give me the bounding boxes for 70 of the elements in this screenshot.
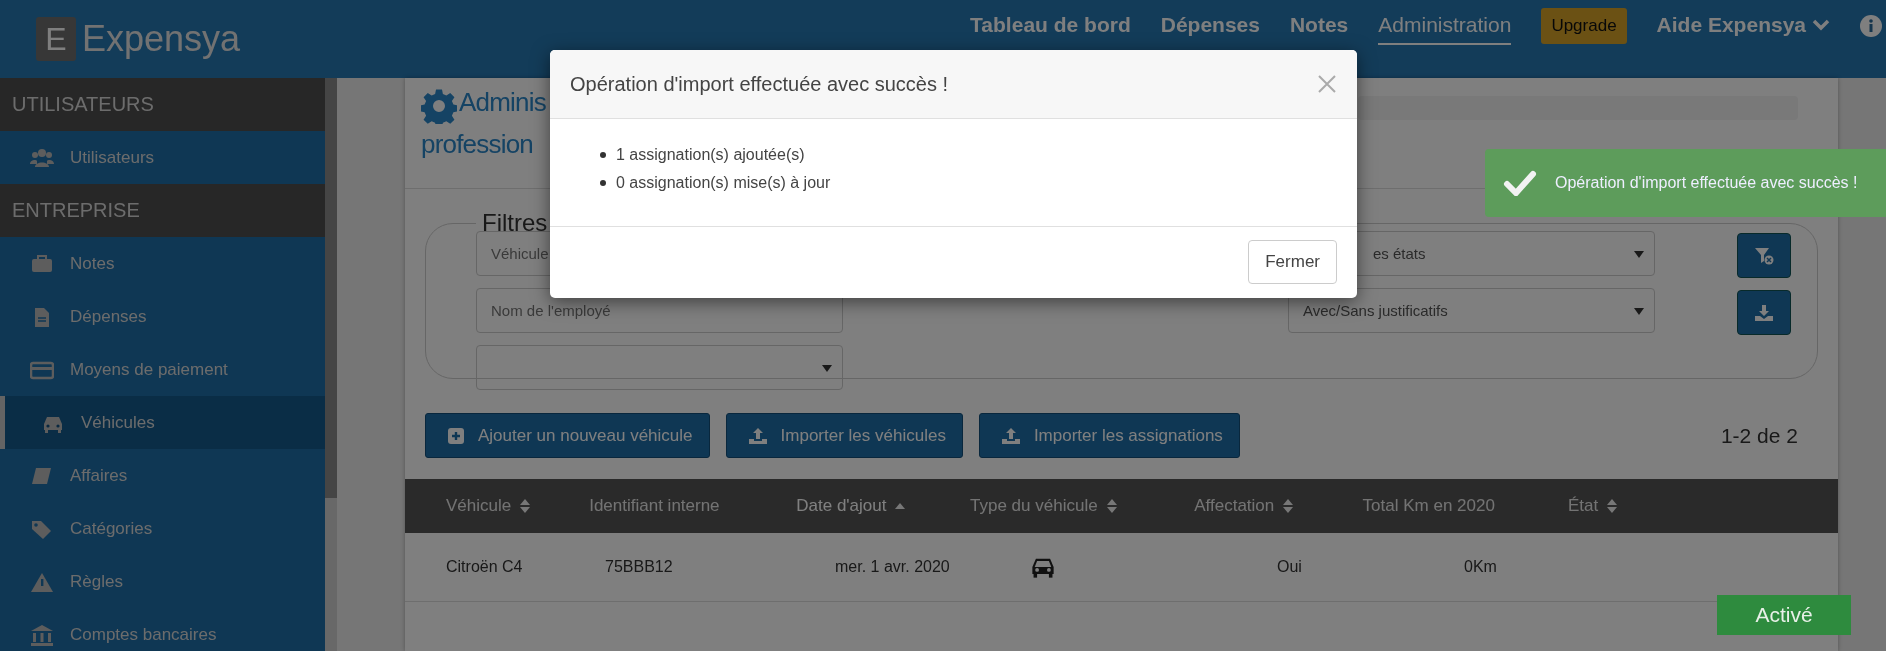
gear-icon: [421, 88, 457, 124]
close-dialog-button[interactable]: Fermer: [1248, 240, 1337, 284]
sidebar-item[interactable]: Notes: [0, 237, 325, 290]
sidebar-section-title: UTILISATEURS: [0, 78, 325, 131]
table-cell: Oui: [1277, 558, 1302, 576]
checkmark-icon: [1503, 170, 1537, 196]
column-header-cell[interactable]: Date d'ajout: [796, 496, 971, 516]
sidebar-item[interactable]: Comptes bancaires: [0, 608, 325, 651]
sidebar-item[interactable]: Dépenses: [0, 290, 325, 343]
download-button[interactable]: [1737, 290, 1791, 335]
page-title: Adminis: [459, 86, 546, 119]
column-header-cell[interactable]: Affectation: [1194, 496, 1363, 516]
download-icon: [1755, 304, 1773, 321]
upgrade-button[interactable]: Upgrade: [1541, 8, 1627, 44]
upload-icon: [1001, 427, 1020, 444]
sidebar-item[interactable]: Affaires: [0, 449, 325, 502]
column-header-cell[interactable]: Véhicule: [446, 496, 590, 516]
close-icon: [1317, 74, 1337, 94]
column-header-cell[interactable]: État: [1567, 496, 1838, 516]
sidebar-item[interactable]: Règles: [0, 555, 325, 608]
sort-icon[interactable]: [1282, 498, 1295, 514]
upload-icon: [748, 427, 767, 444]
scrollbar-thumb[interactable]: [325, 78, 337, 498]
sidebar-item[interactable]: Véhicules: [0, 396, 325, 449]
toast-message: Opération d'import effectuée avec succès !: [1555, 174, 1858, 192]
action-button[interactable]: Importer les véhicules: [725, 413, 963, 458]
nav-link[interactable]: Dépenses: [1160, 7, 1260, 45]
result-item: 1 assignation(s) ajoutée(s): [616, 146, 805, 164]
clear-filter-button[interactable]: [1737, 233, 1791, 278]
logo-mark: E: [36, 17, 76, 61]
sidebar-section-title: ENTREPRISE: [0, 184, 325, 237]
column-header-cell[interactable]: Type du véhicule: [970, 496, 1195, 516]
sort-icon[interactable]: [1606, 498, 1619, 514]
table-cell: 0Km: [1464, 558, 1497, 576]
sort-ascending-icon[interactable]: [894, 502, 907, 510]
sidebar-item[interactable]: Moyens de paiement: [0, 343, 325, 396]
logo-text: Expensya: [82, 18, 241, 60]
plus-icon: [448, 427, 464, 444]
dropdown-field[interactable]: [476, 345, 843, 390]
filter-clear-icon: [1754, 246, 1774, 265]
table-cell: mer. 1 avr. 2020: [835, 558, 950, 576]
column-header-cell[interactable]: Total Km en 2020: [1362, 496, 1568, 516]
table-cell: 75BBB12: [605, 558, 673, 576]
bullet-icon: [600, 180, 606, 186]
sort-icon[interactable]: [1105, 498, 1118, 514]
status-ribbon: Activé: [1717, 595, 1851, 635]
sidebar-item[interactable]: Catégories: [0, 502, 325, 555]
page-title: profession: [421, 128, 534, 161]
close-button[interactable]: [1317, 74, 1337, 94]
filters-legend: Filtres: [476, 209, 554, 237]
result-item: 0 assignation(s) mise(s) à jour: [616, 174, 831, 192]
column-header-cell[interactable]: Identifiant interne: [589, 496, 797, 516]
nav-link[interactable]: Administration: [1378, 7, 1512, 45]
briefcase-icon: [30, 252, 54, 275]
nav-link[interactable]: Tableau de bord: [970, 7, 1131, 45]
bullet-icon: [600, 152, 606, 158]
action-button[interactable]: Ajouter un nouveau véhicule: [425, 413, 710, 458]
sidebar-item[interactable]: Utilisateurs: [0, 131, 325, 184]
info-icon[interactable]: [1860, 15, 1882, 37]
search-field[interactable]: [1358, 96, 1798, 120]
pagination-count: 1-2 de 2: [1720, 423, 1798, 448]
sort-icon[interactable]: [519, 498, 532, 514]
users-icon: [30, 146, 54, 169]
dialog-title: Opération d'import effectuée avec succès !: [570, 72, 949, 96]
bank-icon: [30, 623, 54, 646]
nav-link[interactable]: Notes: [1289, 7, 1349, 45]
action-button[interactable]: Importer les assignations: [978, 413, 1240, 458]
chevron-down-icon: [1812, 19, 1830, 31]
help-menu[interactable]: Aide Expensya: [1656, 7, 1830, 45]
table-cell: Citroën C4: [446, 558, 523, 576]
